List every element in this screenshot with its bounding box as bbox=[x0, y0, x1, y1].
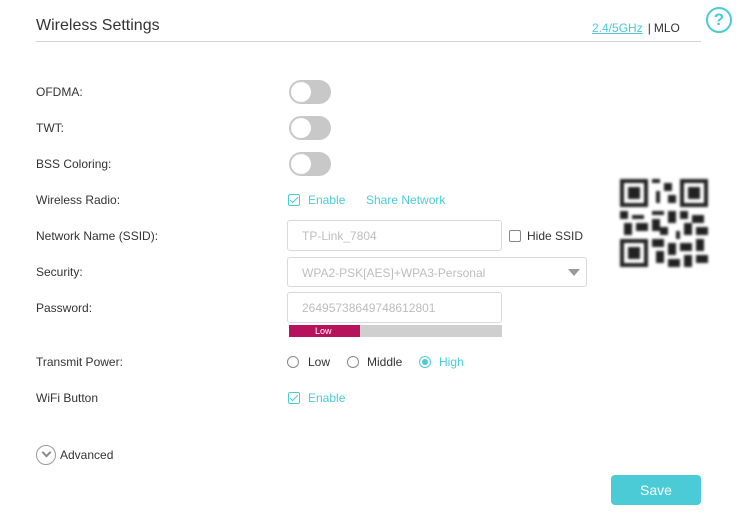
transmit-power-label: Transmit Power: bbox=[36, 355, 123, 369]
page-title: Wireless Settings bbox=[36, 17, 160, 34]
network-name-label: Network Name (SSID): bbox=[36, 229, 159, 243]
ofdma-toggle[interactable] bbox=[289, 80, 331, 104]
transmit-power-high-radio[interactable] bbox=[419, 356, 431, 368]
ssid-input[interactable]: TP-Link_7804 bbox=[287, 220, 502, 251]
band-separator: | bbox=[647, 21, 651, 35]
bss-coloring-label: BSS Coloring: bbox=[36, 157, 112, 171]
title-divider bbox=[36, 41, 701, 42]
advanced-toggle[interactable]: Advanced bbox=[60, 448, 113, 462]
toggle-knob bbox=[291, 82, 311, 102]
wireless-radio-enable-checkbox[interactable] bbox=[288, 194, 300, 206]
band-link-mlo[interactable]: MLO bbox=[654, 21, 680, 35]
share-network-link[interactable]: Share Network bbox=[366, 193, 445, 207]
security-selected-value: WPA2-PSK[AES]+WPA3-Personal bbox=[302, 266, 486, 280]
qr-code-icon bbox=[620, 179, 708, 267]
toggle-knob bbox=[291, 154, 311, 174]
password-label: Password: bbox=[36, 301, 93, 315]
save-button[interactable]: Save bbox=[611, 475, 701, 505]
transmit-power-middle-label[interactable]: Middle bbox=[367, 355, 402, 369]
hide-ssid-label[interactable]: Hide SSID bbox=[527, 229, 583, 243]
band-link-2-4-5ghz[interactable]: 2.4/5GHz bbox=[592, 21, 643, 35]
wifi-button-enable-checkbox[interactable] bbox=[288, 392, 300, 404]
transmit-power-low-radio[interactable] bbox=[287, 356, 299, 368]
password-strength-label: Low bbox=[315, 326, 332, 336]
transmit-power-high-label[interactable]: High bbox=[439, 355, 464, 369]
password-input[interactable]: 26495738649748612801 bbox=[287, 292, 502, 323]
wireless-radio-enable-label[interactable]: Enable bbox=[308, 193, 345, 207]
twt-toggle[interactable] bbox=[289, 116, 331, 140]
bss-coloring-toggle[interactable] bbox=[289, 152, 331, 176]
password-strength-bar: Low bbox=[289, 325, 502, 337]
transmit-power-low-label[interactable]: Low bbox=[308, 355, 330, 369]
security-select[interactable]: WPA2-PSK[AES]+WPA3-Personal bbox=[287, 257, 587, 287]
ofdma-label: OFDMA: bbox=[36, 85, 83, 99]
chevron-down-circle-icon[interactable] bbox=[36, 445, 56, 465]
hide-ssid-checkbox[interactable] bbox=[509, 230, 521, 242]
password-strength-fill: Low bbox=[289, 325, 360, 337]
wifi-button-enable-label[interactable]: Enable bbox=[308, 391, 345, 405]
caret-down-icon bbox=[568, 269, 580, 276]
band-switcher: 2.4/5GHz | MLO bbox=[592, 21, 680, 35]
help-icon[interactable]: ? bbox=[706, 7, 732, 33]
wifi-button-label: WiFi Button bbox=[36, 391, 99, 405]
toggle-knob bbox=[291, 118, 311, 138]
transmit-power-middle-radio[interactable] bbox=[347, 356, 359, 368]
wireless-radio-label: Wireless Radio: bbox=[36, 193, 121, 207]
twt-label: TWT: bbox=[36, 121, 64, 135]
security-label: Security: bbox=[36, 265, 83, 279]
